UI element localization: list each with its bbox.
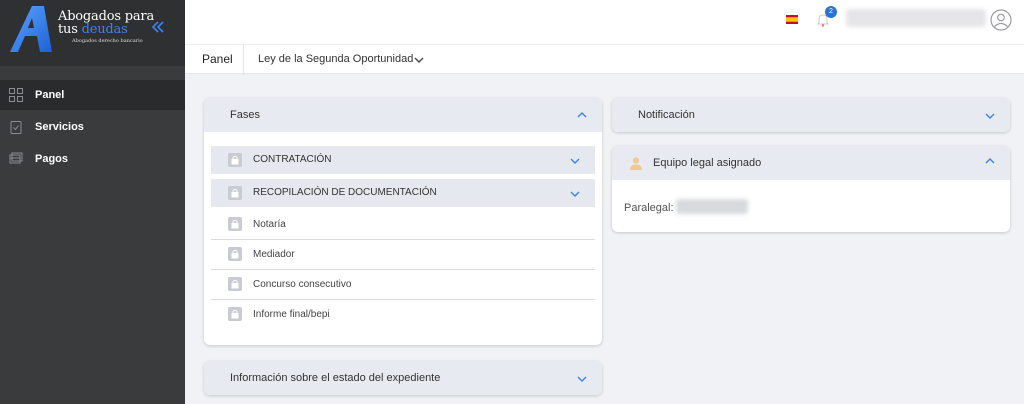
card-title: Equipo legal asignado — [653, 157, 762, 169]
person-icon — [630, 157, 642, 170]
chevron-down-icon[interactable] — [413, 54, 425, 66]
logo-area: Abogados para tus deudas Abogados derech… — [0, 0, 185, 66]
sidebar-item-pagos[interactable]: Pagos — [0, 144, 185, 174]
lock-icon — [228, 186, 242, 200]
sidebar-item-panel[interactable]: Panel — [0, 80, 185, 110]
fases-card: Fases CONTRATACIÓN RECOPILACIÓN DE DOCUM… — [204, 98, 602, 345]
sidebar: Abogados para tus deudas Abogados derech… — [0, 0, 185, 404]
dashboard-icon — [9, 88, 23, 102]
step-label: Mediador — [253, 249, 295, 260]
chevron-down-icon[interactable] — [576, 373, 588, 385]
chevron-down-icon[interactable] — [984, 110, 996, 122]
info-estado-card-header[interactable]: Información sobre el estado del expedien… — [204, 361, 602, 395]
list-item: Concurso consecutivo — [211, 270, 595, 300]
collapse-sidebar-icon[interactable] — [150, 19, 166, 35]
card-title: Información sobre el estado del expedien… — [230, 372, 441, 384]
clipboard-icon — [10, 121, 22, 134]
info-estado-card: Información sobre el estado del expedien… — [204, 361, 602, 395]
paralegal-name-blurred — [676, 199, 748, 214]
chevron-down-icon[interactable] — [569, 155, 581, 167]
sidebar-item-servicios[interactable]: Servicios — [0, 112, 185, 142]
step-label: Informe final/bepi — [253, 309, 330, 320]
notification-badge: 2 — [825, 6, 837, 18]
lock-icon — [228, 153, 242, 167]
chevron-up-icon[interactable] — [576, 109, 588, 121]
payments-icon — [9, 152, 23, 164]
list-item: Informe final/bepi — [211, 300, 595, 330]
phase-recopilacion[interactable]: RECOPILACIÓN DE DOCUMENTACIÓN — [211, 179, 595, 207]
brand-subtitle: Abogados derecho bancario — [72, 38, 143, 44]
paralegal-label: Paralegal: — [624, 202, 674, 214]
logo-icon — [10, 6, 52, 52]
card-title: Notificación — [638, 109, 695, 121]
sidebar-item-label: Servicios — [35, 121, 84, 133]
phase-contratacion[interactable]: CONTRATACIÓN — [211, 146, 595, 174]
sidebar-item-label: Panel — [35, 89, 65, 101]
lock-icon — [228, 247, 242, 261]
notificacion-card: Notificación — [612, 98, 1010, 132]
brand-title-line2: tus deudas — [58, 22, 128, 37]
user-avatar-icon[interactable] — [990, 9, 1012, 31]
chevron-up-icon[interactable] — [984, 155, 996, 167]
chevron-down-icon[interactable] — [569, 188, 581, 200]
list-item: Notaría — [211, 210, 595, 240]
breadcrumb-panel[interactable]: Panel — [202, 52, 233, 66]
list-item: Mediador — [211, 240, 595, 270]
fases-card-header[interactable]: Fases — [204, 98, 602, 132]
lock-icon — [228, 217, 242, 231]
card-title: Fases — [230, 109, 260, 121]
service-select[interactable]: Ley de la Segunda Oportunidad — [258, 53, 413, 65]
notificacion-card-header[interactable]: Notificación — [612, 98, 1010, 132]
lock-icon — [228, 277, 242, 291]
lock-icon — [228, 307, 242, 321]
phase-label: CONTRATACIÓN — [253, 154, 332, 165]
step-label: Notaría — [253, 219, 286, 230]
step-label: Concurso consecutivo — [253, 279, 352, 290]
phase-label: RECOPILACIÓN DE DOCUMENTACIÓN — [253, 187, 437, 198]
divider — [243, 45, 244, 75]
equipo-legal-card: Equipo legal asignado Paralegal: — [612, 146, 1010, 232]
breadcrumb-bar: Panel Ley de la Segunda Oportunidad — [185, 44, 1024, 75]
sidebar-item-label: Pagos — [35, 153, 69, 165]
equipo-legal-card-header[interactable]: Equipo legal asignado — [612, 146, 1010, 180]
spain-flag-icon[interactable] — [786, 15, 798, 24]
user-email-blurred — [846, 9, 986, 27]
